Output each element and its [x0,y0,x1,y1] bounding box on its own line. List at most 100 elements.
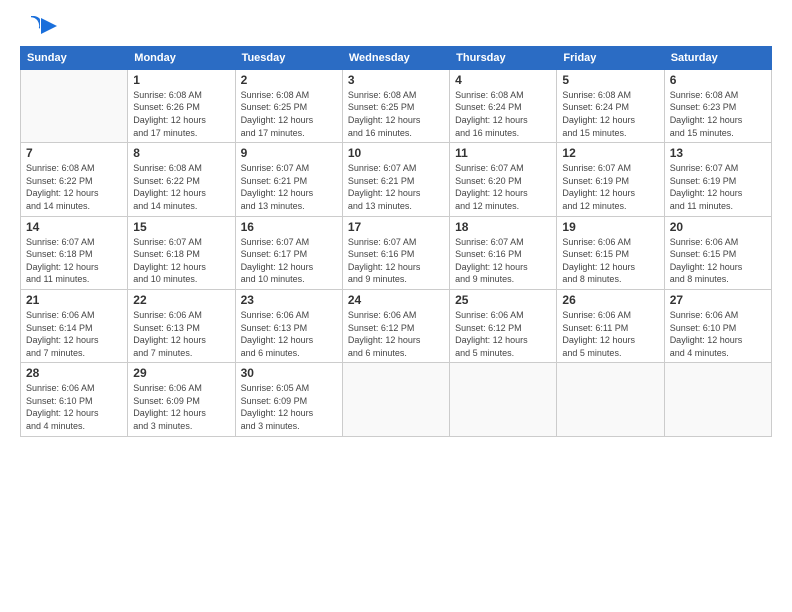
day-info: Daylight: 12 hours [241,114,337,127]
day-info: Daylight: 12 hours [670,187,766,200]
calendar-cell: 3Sunrise: 6:08 AMSunset: 6:25 PMDaylight… [342,69,449,142]
day-number: 6 [670,73,766,87]
day-info: Sunrise: 6:07 AM [562,162,658,175]
day-info: and 3 minutes. [241,420,337,433]
calendar-week-row: 28Sunrise: 6:06 AMSunset: 6:10 PMDayligh… [21,363,772,436]
day-info: Sunset: 6:16 PM [348,248,444,261]
day-info: Daylight: 12 hours [455,187,551,200]
day-info: Daylight: 12 hours [670,114,766,127]
calendar-page: SundayMondayTuesdayWednesdayThursdayFrid… [0,0,792,612]
calendar-table: SundayMondayTuesdayWednesdayThursdayFrid… [20,46,772,437]
day-number: 12 [562,146,658,160]
calendar-cell: 30Sunrise: 6:05 AMSunset: 6:09 PMDayligh… [235,363,342,436]
day-info: and 8 minutes. [562,273,658,286]
day-info: Daylight: 12 hours [455,261,551,274]
day-info: Sunset: 6:25 PM [348,101,444,114]
day-info: and 11 minutes. [670,200,766,213]
day-info: Sunrise: 6:06 AM [455,309,551,322]
calendar-cell: 20Sunrise: 6:06 AMSunset: 6:15 PMDayligh… [664,216,771,289]
calendar-cell [664,363,771,436]
day-number: 7 [26,146,122,160]
day-info: Daylight: 12 hours [670,261,766,274]
day-info: Sunset: 6:19 PM [670,175,766,188]
day-info: Daylight: 12 hours [562,261,658,274]
day-number: 10 [348,146,444,160]
day-number: 29 [133,366,229,380]
day-info: Daylight: 12 hours [26,187,122,200]
day-info: Daylight: 12 hours [348,261,444,274]
day-info: Sunset: 6:20 PM [455,175,551,188]
day-info: and 17 minutes. [241,127,337,140]
day-info: Daylight: 12 hours [562,187,658,200]
day-info: Sunset: 6:18 PM [26,248,122,261]
day-info: Sunset: 6:21 PM [348,175,444,188]
weekday-header: Monday [128,46,235,69]
day-info: Sunset: 6:19 PM [562,175,658,188]
day-info: Daylight: 12 hours [241,187,337,200]
day-number: 9 [241,146,337,160]
day-info: Sunrise: 6:07 AM [133,236,229,249]
day-info: Sunset: 6:21 PM [241,175,337,188]
day-info: Sunrise: 6:06 AM [26,309,122,322]
day-info: Sunset: 6:22 PM [133,175,229,188]
day-info: Sunset: 6:25 PM [241,101,337,114]
calendar-cell: 25Sunrise: 6:06 AMSunset: 6:12 PMDayligh… [450,289,557,362]
day-info: and 3 minutes. [133,420,229,433]
day-number: 28 [26,366,122,380]
day-info: Sunset: 6:24 PM [455,101,551,114]
day-info: Sunrise: 6:08 AM [26,162,122,175]
day-info: Sunrise: 6:07 AM [241,236,337,249]
day-info: Sunset: 6:10 PM [26,395,122,408]
day-info: Sunrise: 6:07 AM [670,162,766,175]
day-info: Daylight: 12 hours [241,334,337,347]
day-info: Daylight: 12 hours [133,407,229,420]
day-number: 11 [455,146,551,160]
day-info: and 17 minutes. [133,127,229,140]
calendar-cell: 28 Sunrise: 6:06 AMSunset: 6:10 PMDayligh… [21,363,128,436]
day-number: 21 [26,293,122,307]
weekday-header: Sunday [21,46,128,69]
day-number: 15 [133,220,229,234]
header [20,16,772,36]
calendar-cell: 15Sunrise: 6:07 AMSunset: 6:18 PMDayligh… [128,216,235,289]
day-info: and 5 minutes. [455,347,551,360]
calendar-cell [21,69,128,142]
day-info: Sunrise: 6:08 AM [133,162,229,175]
logo [20,16,57,36]
day-number: 13 [670,146,766,160]
day-number: 19 [562,220,658,234]
day-info: Daylight: 12 hours [26,261,122,274]
day-info: Sunset: 6:09 PM [241,395,337,408]
day-number: 1 [133,73,229,87]
day-info: Sunrise: 6:07 AM [241,162,337,175]
day-info: Daylight: 12 hours [455,334,551,347]
day-info: Sunrise: 6:08 AM [133,89,229,102]
day-info: Sunrise: 6:08 AM [670,89,766,102]
day-info: Daylight: 12 hours [455,114,551,127]
day-info: Sunrise: 6:07 AM [455,236,551,249]
day-info: Daylight: 12 hours [26,407,122,420]
day-number: 27 [670,293,766,307]
calendar-cell: 24Sunrise: 6:06 AMSunset: 6:12 PMDayligh… [342,289,449,362]
day-info: Sunrise: 6:08 AM [348,89,444,102]
day-info: and 11 minutes. [26,273,122,286]
day-info: and 4 minutes. [26,420,122,433]
day-info: Sunset: 6:12 PM [455,322,551,335]
day-info: Sunset: 6:15 PM [670,248,766,261]
day-info: Sunrise: 6:06 AM [26,382,122,395]
day-number: 24 [348,293,444,307]
day-info: and 14 minutes. [133,200,229,213]
day-number: 18 [455,220,551,234]
calendar-cell: 16Sunrise: 6:07 AMSunset: 6:17 PMDayligh… [235,216,342,289]
weekday-header: Thursday [450,46,557,69]
calendar-cell: 22Sunrise: 6:06 AMSunset: 6:13 PMDayligh… [128,289,235,362]
calendar-cell: 27Sunrise: 6:06 AMSunset: 6:10 PMDayligh… [664,289,771,362]
day-info: and 6 minutes. [241,347,337,360]
day-info: and 14 minutes. [26,200,122,213]
calendar-cell: 6Sunrise: 6:08 AMSunset: 6:23 PMDaylight… [664,69,771,142]
day-info: Daylight: 12 hours [670,334,766,347]
logo-triangle-icon [41,18,57,34]
day-info: Sunset: 6:18 PM [133,248,229,261]
day-info: and 12 minutes. [455,200,551,213]
day-info: Sunrise: 6:06 AM [133,309,229,322]
